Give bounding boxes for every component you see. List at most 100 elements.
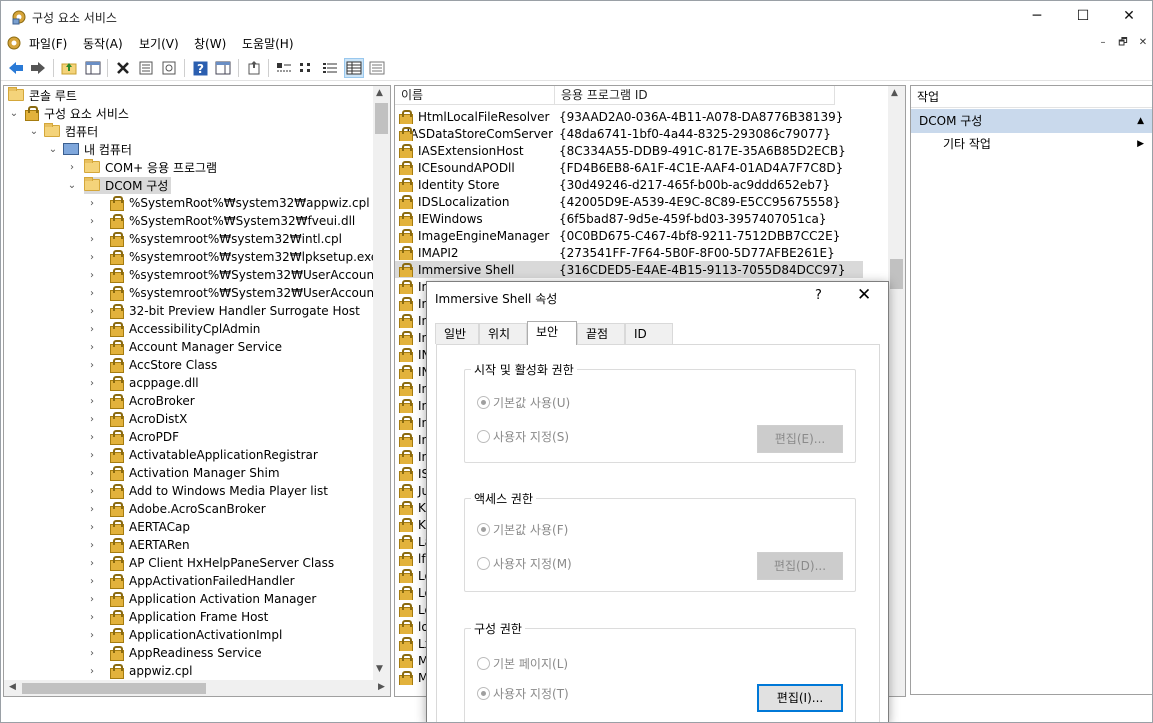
chevron-right-icon[interactable]: › bbox=[86, 522, 98, 533]
chevron-right-icon[interactable]: › bbox=[86, 252, 98, 263]
chevron-right-icon[interactable]: › bbox=[86, 450, 98, 461]
tree-horizontal-scrollbar[interactable]: ◀ ▶ bbox=[4, 680, 390, 696]
list-row[interactable]: IEWindows {6f5bad87-9d5e-459f-bd03-395740… bbox=[395, 210, 863, 227]
chevron-right-icon[interactable]: › bbox=[86, 576, 98, 587]
detail-view-icon[interactable] bbox=[344, 58, 364, 78]
tree-my-computer[interactable]: ⌄ 내 컴퓨터 bbox=[47, 140, 132, 158]
scroll-thumb[interactable] bbox=[22, 683, 206, 694]
access-custom-radio[interactable]: 사용자 지정(M) bbox=[477, 555, 572, 572]
tab-security[interactable]: 보안 bbox=[527, 321, 577, 345]
tree-item-dcom-app[interactable]: › Activation Manager Shim bbox=[86, 464, 280, 482]
tree-item-dcom-app[interactable]: › AERTACap bbox=[86, 518, 190, 536]
scroll-up-icon[interactable]: ▲ bbox=[376, 88, 383, 98]
list-row[interactable]: IMAPI2 {273541FF-7F64-5B0F-8F00-5D77AFBE2… bbox=[395, 244, 863, 261]
tree-item-dcom-app[interactable]: › AcroBroker bbox=[86, 392, 195, 410]
chevron-right-icon[interactable]: › bbox=[86, 378, 98, 389]
tree-item-dcom-app[interactable]: › 32-bit Preview Handler Surrogate Host bbox=[86, 302, 360, 320]
list-row[interactable]: HtmlLocalFileResolver {93AAD2A0-036A-4B11… bbox=[395, 108, 863, 125]
maximize-button[interactable]: ☐ bbox=[1060, 1, 1106, 32]
tree-item-dcom-app[interactable]: › %systemroot%₩System32₩UserAccountContr bbox=[86, 266, 390, 284]
scroll-left-icon[interactable]: ◀ bbox=[9, 682, 16, 692]
tree-item-dcom-app[interactable]: › %SystemRoot%₩system32₩appwiz.cpl bbox=[86, 194, 370, 212]
launch-default-radio[interactable]: 기본값 사용(U) bbox=[477, 394, 570, 411]
tree-component-services[interactable]: ⌄ 구성 요소 서비스 bbox=[8, 104, 129, 122]
show-hide-action-pane-icon[interactable] bbox=[213, 58, 233, 78]
chevron-right-icon[interactable]: › bbox=[86, 306, 98, 317]
properties-icon[interactable] bbox=[136, 58, 156, 78]
menu-help[interactable]: 도움말(H) bbox=[242, 35, 294, 52]
chevron-right-icon[interactable]: › bbox=[86, 360, 98, 371]
tree-item-dcom-app[interactable]: › AERTARen bbox=[86, 536, 190, 554]
tree-item-dcom-app[interactable]: › AP Client HxHelpPaneServer Class bbox=[86, 554, 334, 572]
mdi-minimize-button[interactable]: – bbox=[1094, 35, 1112, 51]
list-row[interactable]: IASDataStoreComServer {48da6741-1bf0-4a44… bbox=[395, 125, 863, 142]
tree-item-dcom-app[interactable]: › %systemroot%₩system32₩intl.cpl bbox=[86, 230, 342, 248]
tab-location[interactable]: 위치 bbox=[479, 323, 527, 344]
tree-item-dcom-app[interactable]: › ActivatableApplicationRegistrar bbox=[86, 446, 318, 464]
list-view-icon[interactable] bbox=[320, 58, 340, 78]
column-header-name[interactable]: 이름 bbox=[395, 86, 555, 105]
config-edit-button[interactable]: 편집(I)... bbox=[757, 684, 843, 712]
up-folder-icon[interactable] bbox=[59, 58, 79, 78]
tab-endpoints[interactable]: 끝점 bbox=[577, 323, 625, 344]
chevron-right-icon[interactable]: › bbox=[86, 558, 98, 569]
minimize-button[interactable]: ─ bbox=[1014, 1, 1060, 32]
chevron-right-icon[interactable]: › bbox=[86, 612, 98, 623]
mmc-document-icon[interactable] bbox=[6, 35, 22, 51]
chevron-right-icon[interactable]: › bbox=[86, 288, 98, 299]
chevron-right-icon[interactable]: › bbox=[86, 216, 98, 227]
collapse-up-icon[interactable]: ▲ bbox=[1137, 109, 1144, 133]
mdi-close-button[interactable]: ✕ bbox=[1134, 35, 1152, 51]
refresh-icon[interactable] bbox=[159, 58, 179, 78]
tree-item-dcom-app[interactable]: › AccStore Class bbox=[86, 356, 217, 374]
tab-general[interactable]: 일반 bbox=[435, 323, 479, 344]
tree-item-dcom-app[interactable]: › Adobe.AcroScanBroker bbox=[86, 500, 266, 518]
chevron-down-icon[interactable]: ⌄ bbox=[66, 180, 78, 191]
forward-icon[interactable] bbox=[28, 58, 48, 78]
list-row[interactable]: IASExtensionHost {8C334A55-DDB9-491C-817E… bbox=[395, 142, 863, 159]
chevron-right-icon[interactable]: › bbox=[86, 540, 98, 551]
chevron-right-icon[interactable]: › bbox=[86, 324, 98, 335]
tree-vertical-scrollbar[interactable]: ▲ ▼ bbox=[373, 86, 390, 680]
list-row[interactable]: Immersive Shell {316CDED5-E4AE-4B15-9113-… bbox=[395, 261, 863, 278]
chevron-right-icon[interactable]: › bbox=[86, 414, 98, 425]
scroll-thumb[interactable] bbox=[375, 103, 388, 134]
tree-item-dcom-app[interactable]: › Account Manager Service bbox=[86, 338, 282, 356]
tree-item-dcom-app[interactable]: › %systemroot%₩system32₩lpksetup.exe bbox=[86, 248, 378, 266]
export-list-icon[interactable] bbox=[244, 58, 264, 78]
scroll-down-icon[interactable]: ▼ bbox=[376, 664, 383, 674]
scroll-up-icon[interactable]: ▲ bbox=[891, 88, 898, 98]
scroll-thumb[interactable] bbox=[890, 259, 903, 289]
menu-file[interactable]: 파일(F) bbox=[29, 35, 67, 52]
tree-item-dcom-app[interactable]: › AppActivationFailedHandler bbox=[86, 572, 295, 590]
tree-item-dcom-app[interactable]: › %systemroot%₩System32₩UserAccountContr bbox=[86, 284, 390, 302]
chevron-right-icon[interactable]: › bbox=[86, 594, 98, 605]
dialog-help-button[interactable]: ? bbox=[815, 288, 822, 303]
tree-item-dcom-app[interactable]: › AccessibilityCplAdmin bbox=[86, 320, 260, 338]
chevron-right-icon[interactable]: › bbox=[86, 630, 98, 641]
launch-custom-radio[interactable]: 사용자 지정(S) bbox=[477, 428, 569, 445]
mdi-restore-button[interactable]: 🗗 bbox=[1114, 35, 1132, 51]
menu-action[interactable]: 동작(A) bbox=[83, 35, 123, 52]
tree-item-dcom-app[interactable]: › Application Activation Manager bbox=[86, 590, 316, 608]
list-row[interactable]: IDSLocalization {42005D9E-A539-4E9C-8C89-… bbox=[395, 193, 863, 210]
delete-icon[interactable] bbox=[113, 58, 133, 78]
small-icons-view-icon[interactable] bbox=[297, 58, 317, 78]
help-icon[interactable]: ? bbox=[190, 58, 210, 78]
chevron-right-icon[interactable]: › bbox=[86, 486, 98, 497]
tree-computers[interactable]: ⌄ 컴퓨터 bbox=[28, 122, 98, 140]
chevron-right-icon[interactable]: › bbox=[86, 648, 98, 659]
tree-item-dcom-app[interactable]: › Add to Windows Media Player list bbox=[86, 482, 328, 500]
list-row[interactable]: ImageEngineManager {0C0BD675-C467-4bf8-92… bbox=[395, 227, 863, 244]
tree-item-dcom-app[interactable]: › AppReadiness Service bbox=[86, 644, 262, 662]
chevron-down-icon[interactable]: ⌄ bbox=[28, 126, 40, 137]
config-default-radio[interactable]: 기본 페이지(L) bbox=[477, 655, 568, 672]
tree-root[interactable]: 콘솔 루트 bbox=[8, 86, 77, 104]
actions-section-dcom[interactable]: DCOM 구성 ▲ bbox=[911, 109, 1152, 133]
list-row[interactable]: Identity Store {30d49246-d217-465f-b00b-a… bbox=[395, 176, 863, 193]
list-vertical-scrollbar[interactable]: ▲ bbox=[888, 86, 905, 696]
chevron-right-icon[interactable]: › bbox=[86, 270, 98, 281]
menu-view[interactable]: 보기(V) bbox=[139, 35, 179, 52]
column-header-appid[interactable]: 응용 프로그램 ID bbox=[555, 86, 835, 105]
chevron-right-icon[interactable]: › bbox=[86, 342, 98, 353]
